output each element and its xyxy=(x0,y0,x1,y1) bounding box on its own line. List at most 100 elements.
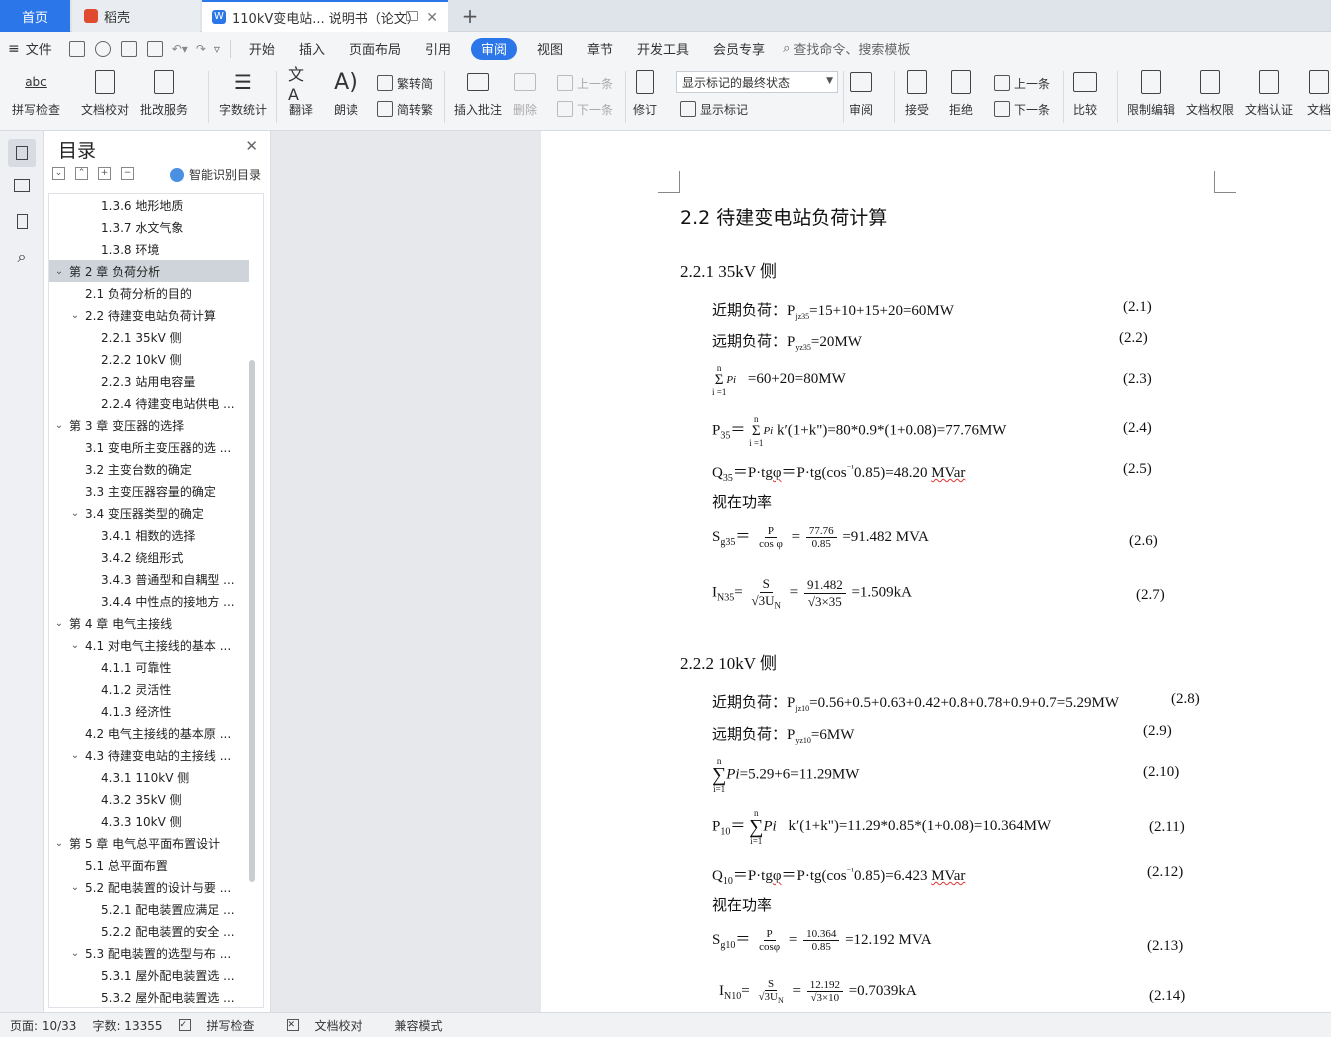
menu-view[interactable]: 视图 xyxy=(525,38,575,60)
toc-item[interactable]: 2.2.3 站用电容量 xyxy=(49,370,249,392)
chevron-down-icon[interactable]: ⌄ xyxy=(53,838,65,849)
chevron-down-icon[interactable]: ⌄ xyxy=(69,750,81,761)
chevron-down-icon[interactable]: ⌄ xyxy=(69,640,81,651)
menu-review[interactable]: 审阅 xyxy=(470,37,517,60)
compare-button[interactable]: 比较 xyxy=(1072,69,1098,118)
spell-check-status[interactable]: ✓ 拼写检查 xyxy=(178,1017,271,1034)
toc-item[interactable]: ⌄ 4.3 待建变电站的主接线 ... xyxy=(49,744,249,766)
redo-icon[interactable]: ↷ xyxy=(196,42,206,56)
prev-comment-button[interactable]: 上一条 xyxy=(557,73,613,93)
toc-item[interactable]: ⌄ 第 5 章 电气总平面布置设计 xyxy=(49,832,249,854)
menu-chapter[interactable]: 章节 xyxy=(575,38,625,60)
toc-view-icon[interactable] xyxy=(8,139,36,167)
chevron-down-icon[interactable]: ⌄ xyxy=(69,310,81,321)
menu-file[interactable]: 文件 xyxy=(24,38,64,60)
menu-references[interactable]: 引用 xyxy=(413,38,463,60)
chevron-down-icon[interactable]: ⌄ xyxy=(53,618,65,629)
toc-item[interactable]: 5.3.1 屋外配电装置选 ... xyxy=(49,964,249,986)
doc-permission-button[interactable]: 文档权限 xyxy=(1186,69,1234,118)
customize-quick-access-icon[interactable]: ▿ xyxy=(214,42,220,56)
toc-item[interactable]: 5.2.1 配电装置应满足 ... xyxy=(49,898,249,920)
restrict-editing-button[interactable]: 限制编辑 xyxy=(1127,69,1175,118)
toc-item[interactable]: ⌄ 第 4 章 电气主接线 xyxy=(49,612,249,634)
command-search[interactable]: ⌕ 查找命令、搜索模板 xyxy=(783,39,910,58)
expand-down-icon[interactable]: ⌄ xyxy=(52,167,65,180)
simp-to-trad-button[interactable]: 简转繁 xyxy=(377,99,433,119)
chevron-down-icon[interactable]: ⌄ xyxy=(69,882,81,893)
toc-item[interactable]: 3.4.3 普通型和自耦型 ... xyxy=(49,568,249,590)
show-markup-button[interactable]: 显示标记 xyxy=(680,99,748,119)
toc-item[interactable]: 2.1 负荷分析的目的 xyxy=(49,282,249,304)
next-change-button[interactable]: 下一条 xyxy=(994,99,1050,119)
toc-item[interactable]: 4.3.3 10kV 侧 xyxy=(49,810,249,832)
accept-button[interactable]: 接受 xyxy=(904,69,930,118)
undo-icon[interactable]: ↶▾ xyxy=(172,42,188,56)
toc-item[interactable]: 3.1 变电所主变压器的选 ... xyxy=(49,436,249,458)
toc-item[interactable]: 3.3 主变压器容量的确定 xyxy=(49,480,249,502)
annotate-service-button[interactable]: 批改服务 xyxy=(140,69,188,118)
toc-item[interactable]: ⌄ 第 2 章 负荷分析 xyxy=(49,260,249,282)
toc-item[interactable]: 1.3.7 水文气象 xyxy=(49,216,249,238)
translate-button[interactable]: 文A 翻译 xyxy=(288,65,314,118)
toc-item[interactable]: ⌄ 5.2 配电装置的设计与要 ... xyxy=(49,876,249,898)
save-icon[interactable] xyxy=(68,40,85,57)
expand-all-icon[interactable]: + xyxy=(98,167,111,180)
hamburger-icon[interactable]: ≡ xyxy=(8,41,20,57)
chevron-down-icon[interactable]: ⌄ xyxy=(69,508,81,519)
chevron-down-icon[interactable]: ⌄ xyxy=(53,420,65,431)
search-icon[interactable]: ⌕ xyxy=(12,247,32,267)
toc-item[interactable]: 4.1.2 灵活性 xyxy=(49,678,249,700)
close-icon[interactable]: ✕ xyxy=(245,137,258,155)
chevron-down-icon[interactable]: ⌄ xyxy=(69,948,81,959)
smart-toc-button[interactable]: 智能识别目录 xyxy=(170,166,261,183)
menu-page-layout[interactable]: 页面布局 xyxy=(337,38,413,60)
menu-developer[interactable]: 开发工具 xyxy=(625,38,701,60)
close-tab-icon[interactable]: ✕ xyxy=(426,10,438,26)
track-changes-button[interactable]: 修订 xyxy=(632,69,658,118)
toc-item[interactable]: 5.3.2 屋外配电装置选 ... xyxy=(49,986,249,1007)
toc-item[interactable]: 3.4.4 中性点的接地方 ... xyxy=(49,590,249,612)
insert-comment-button[interactable]: 插入批注 xyxy=(454,69,502,118)
print-icon[interactable] xyxy=(120,40,137,57)
word-count-button[interactable]: ☰ 字数统计 xyxy=(219,69,267,118)
toc-item[interactable]: 2.2.4 待建变电站供电 ... xyxy=(49,392,249,414)
collapse-all-icon[interactable]: − xyxy=(121,167,134,180)
tab-home[interactable]: 首页 xyxy=(0,0,70,32)
toc-item[interactable]: 4.3.2 35kV 侧 xyxy=(49,788,249,810)
collapse-up-icon[interactable]: ⌃ xyxy=(75,167,88,180)
toc-item[interactable]: 5.2.2 配电装置的安全 ... xyxy=(49,920,249,942)
toc-item[interactable]: 1.3.8 环境 xyxy=(49,238,249,260)
doc-more-button[interactable]: 文档 xyxy=(1306,69,1331,118)
proofread-button[interactable]: 文档校对 xyxy=(81,69,129,118)
review-pane-button[interactable]: 审阅 xyxy=(848,69,874,118)
toc-item[interactable]: 4.2 电气主接线的基本原 ... xyxy=(49,722,249,744)
toc-item[interactable]: 4.1.3 经济性 xyxy=(49,700,249,722)
markup-state-select[interactable]: 显示标记的最终状态 ▼ xyxy=(676,71,838,93)
toc-item[interactable]: 4.1.1 可靠性 xyxy=(49,656,249,678)
reject-button[interactable]: 拒绝 xyxy=(948,69,974,118)
proofread-status[interactable]: ✕ 文档校对 xyxy=(286,1017,379,1034)
menu-insert[interactable]: 插入 xyxy=(287,38,337,60)
toc-item[interactable]: ⌄ 第 3 章 变压器的选择 xyxy=(49,414,249,436)
tab-document[interactable]: W 110kV变电站... 说明书（论文） ✕ xyxy=(202,0,448,32)
menu-member[interactable]: 会员专享 xyxy=(701,38,777,60)
toc-item[interactable]: 5.1 总平面布置 xyxy=(49,854,249,876)
tab-daoke[interactable]: 稻壳 xyxy=(72,0,200,32)
toc-item[interactable]: ⌄ 5.3 配电装置的选型与布 ... xyxy=(49,942,249,964)
trad-to-simp-button[interactable]: 繁转简 xyxy=(377,73,433,93)
toc-item[interactable]: ⌄ 2.2 待建变电站负荷计算 xyxy=(49,304,249,326)
toc-item[interactable]: 4.3.1 110kV 侧 xyxy=(49,766,249,788)
toc-item[interactable]: 3.2 主变台数的确定 xyxy=(49,458,249,480)
window-mode-icon[interactable] xyxy=(406,11,418,21)
chapter-nav-icon[interactable] xyxy=(12,175,32,195)
toc-item[interactable]: 1.3.6 地形地质 xyxy=(49,194,249,216)
doc-cert-button[interactable]: 文档认证 xyxy=(1245,69,1293,118)
toc-item[interactable]: 3.4.1 相数的选择 xyxy=(49,524,249,546)
new-tab-button[interactable]: + xyxy=(458,4,482,28)
word-count[interactable]: 字数: 13355 xyxy=(92,1017,162,1034)
spell-check-button[interactable]: abc 拼写检查 xyxy=(12,69,60,118)
next-comment-button[interactable]: 下一条 xyxy=(557,99,613,119)
delete-comment-button[interactable]: 删除 xyxy=(512,69,538,118)
toc-scrollbar[interactable] xyxy=(249,360,255,882)
bookmark-icon[interactable] xyxy=(12,211,32,231)
